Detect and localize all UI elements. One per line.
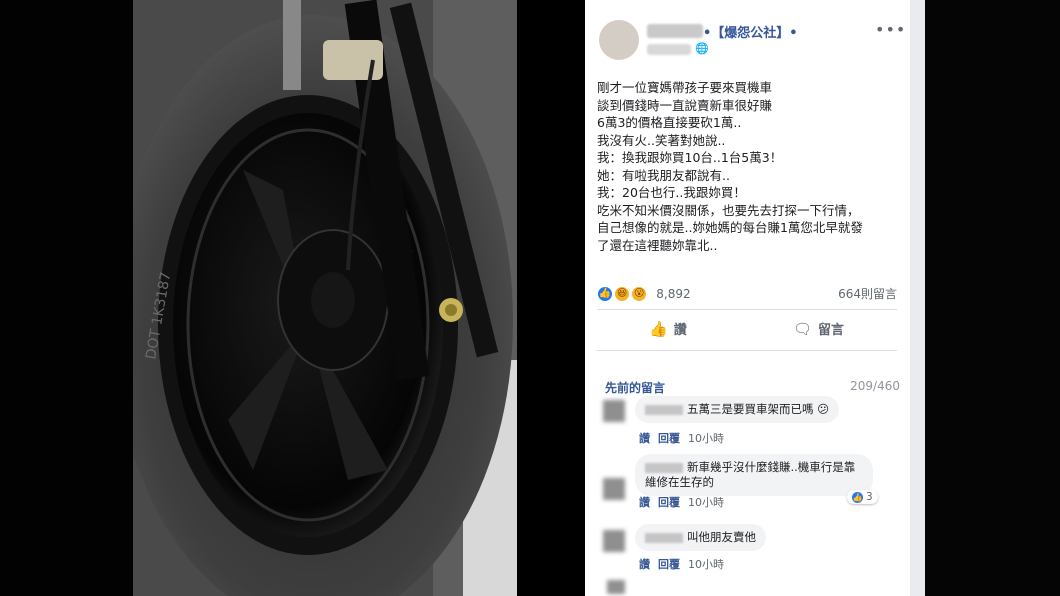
comment-text: 叫他朋友賣他	[687, 530, 756, 544]
comment-reaction-count: 3	[866, 491, 873, 503]
comment-label: 留言	[818, 323, 845, 338]
comments-section: 先前的留言 209/460 五萬三是要買車架而已嗎 😕 讚回覆 10小時 新車幾乎…	[585, 362, 910, 596]
view-previous-comments-link[interactable]: 先前的留言	[605, 379, 665, 396]
comment-actions: 讚回覆 10小時	[639, 494, 732, 510]
next-commenter-avatar[interactable]	[607, 580, 625, 594]
thumbs-up-icon: 👍	[649, 320, 668, 338]
commenter-avatar[interactable]	[603, 400, 625, 422]
more-options-icon[interactable]: •••	[875, 20, 906, 39]
wheel-illustration: DOT 1K3187	[133, 0, 517, 596]
reaction-count: 8,892	[656, 286, 691, 301]
post-line: 我：換我跟妳買10台..1台5萬3！	[597, 150, 783, 165]
author-name-redacted	[647, 24, 703, 38]
comment-bubble: 新車幾乎沒什麼錢賺..機車行是靠 維修在生存的	[635, 454, 873, 496]
commenter-avatar[interactable]	[603, 478, 625, 500]
comment-button[interactable]: 🗨 留言	[793, 319, 910, 338]
commenter-name-redacted	[645, 532, 683, 543]
speech-bubble-icon: 🗨	[793, 320, 813, 338]
post-header: •【爆怨公社】• 🌐 •••	[585, 14, 910, 60]
post-line: 我沒有火..笑著對她說..	[597, 132, 726, 148]
comment-like-link[interactable]: 讚	[639, 558, 650, 571]
post-line: 了還在這裡聽妳靠北..	[597, 237, 718, 253]
like-button[interactable]: 👍 讚	[649, 319, 687, 338]
commenter-name-redacted	[645, 404, 683, 415]
wow-reaction-icon: 😮	[631, 285, 648, 302]
post-line: 她：有啦我朋友都說有..	[597, 167, 730, 183]
comment-actions: 讚回覆 10小時	[639, 430, 732, 446]
like-reaction-icon: 👍	[852, 491, 863, 503]
post-line: 談到價錢時一直說賣新車很好賺	[597, 97, 773, 113]
comment-reaction-badge[interactable]: 👍 3	[847, 490, 878, 504]
post-body: 剛才一位寶媽帶孩子要來買機車 談到價錢時一直說賣新車很好賺 6萬3的價格直接要砍…	[597, 79, 897, 254]
comment-bubble: 五萬三是要買車架而已嗎 😕	[635, 396, 840, 423]
haha-reaction-icon: 😆	[614, 285, 631, 302]
comment-reply-link[interactable]: 回覆	[658, 496, 680, 509]
panel-gap	[517, 0, 585, 596]
globe-icon: 🌐	[695, 42, 709, 55]
commenter-avatar[interactable]	[603, 530, 625, 552]
comment-count-link[interactable]: 664則留言	[838, 285, 897, 302]
reaction-summary[interactable]: 👍 😆 😮 8,892 664則留言	[597, 283, 897, 303]
comment-time[interactable]: 10小時	[688, 432, 724, 445]
left-margin	[0, 0, 133, 596]
comments-total: 209/460	[850, 379, 900, 393]
post-action-bar: 👍 讚 🗨 留言	[597, 309, 897, 351]
post-line: 自己想像的就是..妳她媽的每台賺1萬您北早就發	[597, 220, 863, 235]
comment-reply-link[interactable]: 回覆	[658, 558, 680, 571]
page-name-link[interactable]: •【爆怨公社】•	[703, 22, 798, 41]
comment-time[interactable]: 10小時	[688, 558, 724, 571]
post-line: 剛才一位寶媽帶孩子要來買機車	[597, 80, 773, 95]
post-time-redacted	[647, 44, 691, 55]
like-reaction-icon: 👍	[597, 285, 613, 302]
commenter-name-redacted	[645, 462, 683, 473]
facebook-post-card: •【爆怨公社】• 🌐 ••• 剛才一位寶媽帶孩子要來買機車 談到價錢時一直說賣新…	[585, 0, 910, 596]
comment-bubble: 叫他朋友賣他	[635, 524, 766, 551]
comment-text-line2: 維修在生存的	[645, 475, 714, 489]
post-line: 我：20台也行..我跟妳買！	[597, 185, 746, 200]
comment-text-line1: 新車幾乎沒什麼錢賺..機車行是靠	[687, 460, 856, 474]
like-label: 讚	[673, 323, 687, 338]
post-line: 吃米不知米價沒關係，也要先去打探一下行情，	[597, 202, 860, 218]
post-line: 6萬3的價格直接要砍1萬..	[597, 115, 742, 130]
comment-actions: 讚回覆 10小時	[639, 556, 732, 572]
comment-text: 五萬三是要買車架而已嗎 😕	[687, 402, 830, 416]
right-margin	[925, 0, 1060, 596]
comment-like-link[interactable]: 讚	[639, 496, 650, 509]
comment-reply-link[interactable]: 回覆	[658, 432, 680, 445]
post-card-edge	[910, 0, 925, 596]
author-avatar[interactable]	[599, 20, 639, 60]
comment-like-link[interactable]: 讚	[639, 432, 650, 445]
comment-time[interactable]: 10小時	[688, 496, 724, 509]
scooter-wheel-photo: DOT 1K3187	[133, 0, 517, 596]
